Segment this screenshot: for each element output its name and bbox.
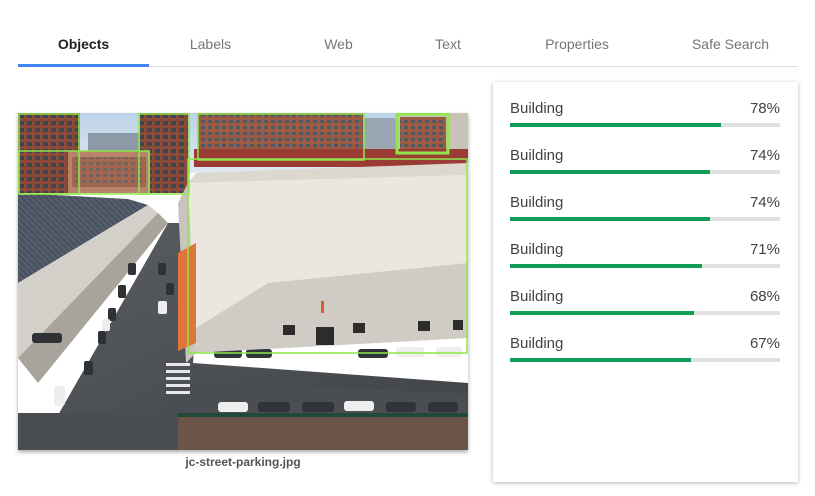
score-bar-track bbox=[510, 311, 780, 315]
object-name: Building bbox=[510, 241, 564, 258]
score-bar-fill bbox=[510, 264, 702, 268]
tab-safe-search[interactable]: Safe Search bbox=[663, 22, 798, 66]
result-row: Building 71% bbox=[510, 223, 780, 268]
result-row: Building 67% bbox=[510, 317, 780, 362]
object-score: 74% bbox=[749, 194, 780, 211]
object-score: 67% bbox=[749, 335, 780, 352]
result-row: Building 68% bbox=[510, 270, 780, 315]
score-bar-track bbox=[510, 170, 780, 174]
object-name: Building bbox=[510, 147, 564, 164]
tab-bar: Objects Labels Web Text Properties Safe … bbox=[18, 22, 798, 67]
score-bar-fill bbox=[510, 311, 694, 315]
vision-results-page: Objects Labels Web Text Properties Safe … bbox=[0, 0, 815, 496]
object-name: Building bbox=[510, 100, 564, 117]
objects-results-panel: Building 78% Building 74% Building 74% B… bbox=[493, 82, 798, 482]
object-score: 71% bbox=[749, 241, 780, 258]
tab-labels[interactable]: Labels bbox=[149, 22, 272, 66]
tab-properties[interactable]: Properties bbox=[491, 22, 663, 66]
image-filename: jc-street-parking.jpg bbox=[185, 455, 301, 469]
result-row: Building 74% bbox=[510, 129, 780, 174]
object-score: 78% bbox=[749, 100, 780, 117]
result-row: Building 78% bbox=[510, 82, 780, 127]
score-bar-fill bbox=[510, 358, 691, 362]
object-score: 74% bbox=[749, 147, 780, 164]
score-bar-track bbox=[510, 217, 780, 221]
score-bar-track bbox=[510, 264, 780, 268]
result-row: Building 74% bbox=[510, 176, 780, 221]
tab-web[interactable]: Web bbox=[272, 22, 405, 66]
score-bar-fill bbox=[510, 217, 710, 221]
street-photo bbox=[18, 113, 468, 450]
analyzed-image bbox=[18, 113, 468, 450]
object-name: Building bbox=[510, 194, 564, 211]
object-name: Building bbox=[510, 288, 564, 305]
tab-text[interactable]: Text bbox=[405, 22, 491, 66]
score-bar-fill bbox=[510, 123, 721, 127]
object-score: 68% bbox=[749, 288, 780, 305]
score-bar-track bbox=[510, 358, 780, 362]
score-bar-track bbox=[510, 123, 780, 127]
tab-objects[interactable]: Objects bbox=[18, 22, 149, 67]
object-name: Building bbox=[510, 335, 564, 352]
score-bar-fill bbox=[510, 170, 710, 174]
